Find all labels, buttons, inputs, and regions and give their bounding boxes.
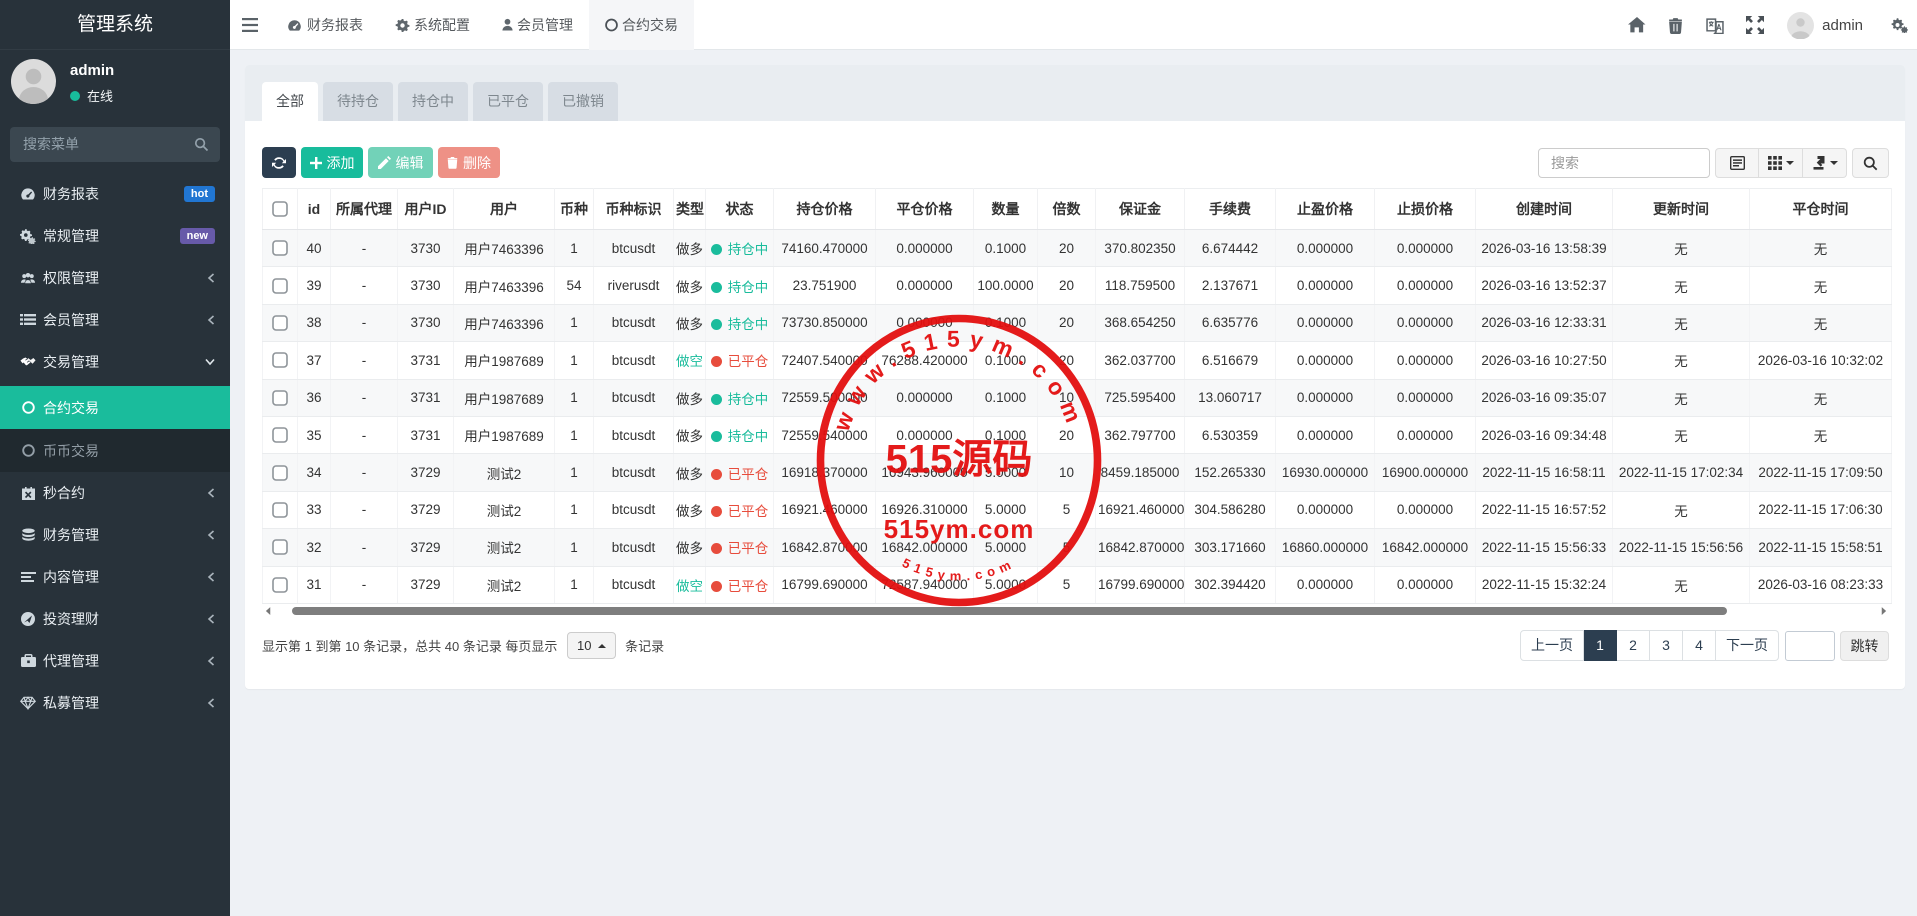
svg-text:515源码: 515源码 <box>886 438 1033 482</box>
svg-text:www.515ym.com: www.515ym.com <box>828 326 1090 436</box>
svg-text:515ym.com: 515ym.com <box>900 555 1018 583</box>
svg-text:515ym.com: 515ym.com <box>884 514 1035 544</box>
